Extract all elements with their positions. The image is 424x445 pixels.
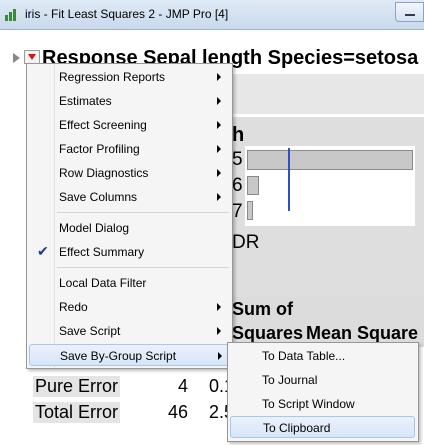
submenu-arrow-icon (217, 145, 221, 153)
menu-item-label: Effect Summary (59, 245, 145, 259)
submenu-arrow-icon (217, 303, 221, 311)
menu-item-model-dialog[interactable]: Model Dialog (29, 217, 230, 239)
menu-item-label: Redo (59, 300, 88, 314)
menu-item-factor-profiling[interactable]: Factor Profiling (29, 138, 230, 160)
checkmark-icon: ✔ (37, 243, 49, 259)
bar-row-3 (247, 201, 253, 220)
menu-item-save-by-group-script[interactable]: Save By-Group Script (29, 344, 230, 366)
submenu-arrow-icon (217, 121, 221, 129)
submenu-arrow-icon (217, 73, 221, 81)
menu-item-label: To Clipboard (263, 421, 331, 435)
menu-item-effect-screening[interactable]: Effect Screening (29, 114, 230, 136)
menu-item-label: Row Diagnostics (59, 166, 149, 180)
menu-item-label: Effect Screening (59, 118, 147, 132)
menu-item-local-data-filter[interactable]: Local Data Filter (29, 272, 230, 294)
menu-item-redo[interactable]: Redo (29, 296, 230, 318)
menu-item-effect-summary[interactable]: ✔ Effect Summary (29, 241, 230, 263)
minimize-button[interactable] (395, 2, 424, 22)
row-number: 6 (232, 175, 243, 196)
dr-label: DR (232, 232, 260, 253)
window-title: iris - Fit Least Squares 2 - JMP Pro [4] (25, 7, 229, 21)
column-squares: Squares (232, 323, 304, 343)
disclosure-triangle-icon[interactable] (13, 53, 20, 63)
menu-item-label: Save By-Group Script (60, 349, 177, 363)
menu-item-label: Model Dialog (59, 221, 130, 235)
window-titlebar: iris - Fit Least Squares 2 - JMP Pro [4] (0, 0, 424, 30)
jmp-app-icon (5, 9, 16, 21)
cell-df: 46 (168, 402, 189, 422)
menu-item-label: Local Data Filter (59, 276, 147, 290)
submenu-item-to-journal[interactable]: To Journal (230, 369, 415, 391)
context-menu: Regression Reports Estimates Effect Scre… (26, 63, 233, 369)
row-label-total-error: Total Error (33, 402, 121, 423)
menu-item-label: To Script Window (262, 397, 355, 411)
menu-item-estimates[interactable]: Estimates (29, 90, 230, 112)
menu-item-row-diagnostics[interactable]: Row Diagnostics (29, 162, 230, 184)
reference-line (288, 148, 290, 211)
menu-item-label: Factor Profiling (59, 142, 140, 156)
submenu-item-to-clipboard[interactable]: To Clipboard (230, 416, 415, 438)
bar-row-2 (247, 176, 259, 195)
menu-item-label: To Data Table... (262, 349, 346, 363)
submenu-arrow-icon (217, 193, 221, 201)
menu-separator (57, 212, 229, 213)
menu-item-label: Regression Reports (59, 70, 166, 84)
bar-row-1 (247, 150, 413, 170)
menu-item-save-script[interactable]: Save Script (29, 320, 230, 342)
submenu-arrow-icon (217, 327, 221, 335)
row-number: 7 (232, 201, 243, 222)
menu-item-label: Save Columns (59, 190, 138, 204)
submenu-item-to-data-table[interactable]: To Data Table... (230, 345, 415, 367)
submenu-arrow-icon (217, 169, 221, 177)
menu-item-regression-reports[interactable]: Regression Reports (29, 66, 230, 88)
menu-item-label: Save Script (59, 324, 121, 338)
submenu-arrow-icon (217, 97, 221, 105)
menu-item-label: Estimates (59, 94, 112, 108)
column-header-partial: h (232, 124, 245, 146)
red-triangle-menu-icon[interactable] (24, 50, 40, 64)
column-sum-of: Sum of (232, 299, 293, 319)
row-label-pure-error: Pure Error (33, 376, 121, 397)
menu-separator (57, 267, 229, 268)
column-mean-square: Mean Square (306, 323, 419, 343)
submenu-arrow-icon (218, 352, 222, 360)
menu-item-save-columns[interactable]: Save Columns (29, 186, 230, 208)
cell-df: 4 (178, 376, 189, 396)
report-panel (232, 74, 424, 114)
submenu-item-to-script-window[interactable]: To Script Window (230, 393, 415, 415)
by-group-script-submenu: To Data Table... To Journal To Script Wi… (227, 342, 419, 442)
menu-item-label: To Journal (262, 373, 318, 387)
row-number: 5 (232, 149, 243, 170)
